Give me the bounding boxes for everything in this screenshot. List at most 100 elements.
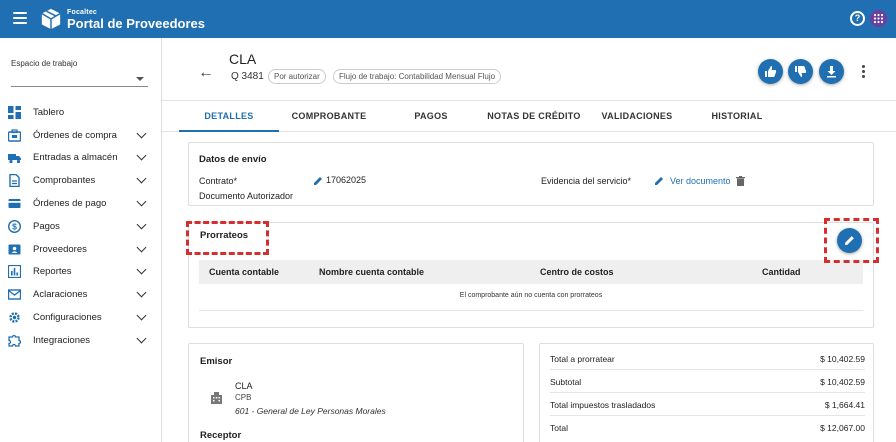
- mail-icon: [8, 289, 21, 300]
- card-title: Emisor: [200, 356, 233, 367]
- workspace-select[interactable]: [11, 71, 148, 87]
- emisor-name: CLA: [235, 381, 253, 391]
- gear-icon: [9, 312, 20, 323]
- tab-pagos[interactable]: PAGOS: [379, 101, 483, 132]
- document-icon: [9, 174, 20, 188]
- totals-label: Total a prorratear: [550, 354, 615, 364]
- sidebar-item-configuraciones[interactable]: Configuraciones: [0, 306, 161, 329]
- puzzle-icon: [8, 334, 21, 347]
- dropdown-caret-icon: [136, 77, 144, 81]
- table-header: Cuenta contable Nombre cuenta contable C…: [199, 260, 863, 284]
- reject-button[interactable]: [788, 59, 813, 84]
- sidebar-item-label: Comprobantes: [33, 175, 96, 187]
- emisor-regimen: 601 - General de Ley Personas Morales: [235, 406, 386, 416]
- download-button[interactable]: [819, 59, 844, 84]
- totals-card: Total a prorratear $ 10,402.59 Subtotal …: [539, 343, 874, 442]
- contacts-icon: [8, 244, 21, 255]
- column-header[interactable]: Cantidad: [762, 260, 801, 284]
- sidebar-item-proveedores[interactable]: Proveedores: [0, 238, 161, 261]
- cube-logo-icon: [41, 8, 61, 30]
- totals-label: Total: [550, 423, 568, 433]
- tab-bar: DETALLES COMPROBANTE PAGOS NOTAS DE CRÉD…: [162, 100, 896, 132]
- chevron-down-icon: [136, 151, 147, 161]
- totals-value: $ 10,402.59: [820, 377, 865, 387]
- chevron-down-icon: [136, 173, 147, 184]
- column-header[interactable]: Nombre cuenta contable: [319, 260, 424, 284]
- prorrateos-card: Prorrateos Cuenta contable Nombre cuenta…: [188, 222, 874, 328]
- receptor-title: Receptor: [200, 430, 242, 441]
- document-number: Q 3481: [231, 71, 264, 82]
- column-header[interactable]: Cuenta contable: [209, 260, 279, 284]
- edit-pencil-icon[interactable]: [654, 176, 664, 186]
- sidebar-item-reportes[interactable]: Reportes: [0, 261, 161, 284]
- building-icon: [211, 392, 222, 404]
- tab-detalles[interactable]: DETALLES: [179, 101, 279, 132]
- totals-label: Total impuestos trasladados: [550, 400, 656, 410]
- card-title: Datos de envío: [199, 154, 267, 165]
- chevron-down-icon: [136, 265, 147, 275]
- chevron-down-icon: [136, 242, 147, 253]
- credit-card-icon: [8, 199, 21, 209]
- download-icon: [827, 66, 836, 78]
- back-arrow-icon[interactable]: ←: [198, 64, 214, 82]
- main-content: ← CLA Q 3481 Por autorizar Flujo de trab…: [162, 38, 896, 442]
- sidebar-item-label: Integraciones: [33, 334, 91, 346]
- tab-comprobante[interactable]: COMPROBANTE: [279, 101, 379, 132]
- sidebar-item-label: Tablero: [33, 106, 65, 118]
- totals-label: Subtotal: [550, 377, 582, 387]
- tab-notas-credito[interactable]: NOTAS DE CRÉDITO: [483, 101, 585, 132]
- sidebar-item-aclaraciones[interactable]: Aclaraciones: [0, 283, 161, 306]
- sidebar-item-label: Reportes: [33, 266, 72, 278]
- sidebar-item-entradas-almacen[interactable]: Entradas a almacén: [0, 147, 161, 170]
- sidebar-item-label: Entradas a almacén: [33, 152, 118, 164]
- tab-validaciones[interactable]: VALIDACIONES: [585, 101, 689, 132]
- trash-icon[interactable]: [736, 176, 745, 186]
- sidebar-item-ordenes-pago[interactable]: Órdenes de pago: [0, 192, 161, 215]
- sidebar-item-integraciones[interactable]: Integraciones: [0, 329, 161, 352]
- sidebar-item-pagos[interactable]: $ Pagos: [0, 215, 161, 238]
- thumbs-up-icon: [765, 66, 777, 77]
- sidebar-item-label: Proveedores: [33, 243, 87, 255]
- sidebar-nav: Tablero Órdenes de compra Entradas a alm…: [0, 101, 161, 352]
- brand-title: Portal de Proveedores: [67, 16, 205, 31]
- apps-grid-icon[interactable]: [870, 10, 887, 27]
- contrato-value: 17062025: [326, 175, 367, 185]
- sidebar-item-ordenes-compra[interactable]: Órdenes de compra: [0, 124, 161, 147]
- help-icon[interactable]: ?: [850, 11, 865, 26]
- doc-autorizador-label: Documento Autorizador: [199, 191, 294, 201]
- approve-button[interactable]: [758, 59, 783, 84]
- more-vert-icon[interactable]: [862, 65, 866, 80]
- truck-icon: [8, 154, 21, 164]
- emisor-card: Emisor CLA CPB 601 - General de Ley Pers…: [188, 343, 524, 442]
- chevron-down-icon: [136, 310, 147, 321]
- chevron-down-icon: [136, 219, 147, 230]
- sidebar-item-label: Configuraciones: [33, 312, 102, 324]
- edit-pencil-icon[interactable]: [313, 176, 323, 186]
- totals-row: Total $ 12,067.00: [550, 417, 865, 439]
- sidebar-item-tablero[interactable]: Tablero: [0, 101, 161, 124]
- sidebar-item-comprobantes[interactable]: Comprobantes: [0, 169, 161, 192]
- dashboard-icon: [8, 105, 21, 119]
- sidebar-item-label: Órdenes de compra: [33, 129, 117, 141]
- shipping-data-card: Datos de envío Contrato* 17062025 Docume…: [188, 142, 874, 206]
- column-header[interactable]: Centro de costos: [540, 260, 614, 284]
- status-chip: Por autorizar: [268, 69, 326, 84]
- contrato-label: Contrato*: [199, 176, 238, 186]
- chevron-down-icon: [136, 196, 147, 207]
- totals-row: Total impuestos trasladados $ 1,664.41: [550, 394, 865, 416]
- table-divider: [199, 310, 863, 311]
- dollar-circle-icon: $: [8, 219, 21, 233]
- workspace-label: Espacio de trabajo: [11, 59, 78, 68]
- sidebar-item-label: Aclaraciones: [33, 289, 88, 301]
- totals-value: $ 1,664.41: [824, 400, 865, 410]
- top-app-bar: Focaltec Portal de Proveedores ?: [0, 0, 896, 38]
- totals-row: Subtotal $ 10,402.59: [550, 371, 865, 393]
- ver-documento-link[interactable]: Ver documento: [670, 176, 731, 186]
- bar-chart-icon: [8, 265, 21, 279]
- highlight-box: [186, 221, 269, 255]
- tab-historial[interactable]: HISTORIAL: [689, 101, 785, 132]
- brand-company: Focaltec: [67, 9, 97, 16]
- menu-icon[interactable]: [13, 12, 27, 26]
- sidebar-item-label: Órdenes de pago: [33, 198, 107, 210]
- chevron-down-icon: [136, 333, 147, 344]
